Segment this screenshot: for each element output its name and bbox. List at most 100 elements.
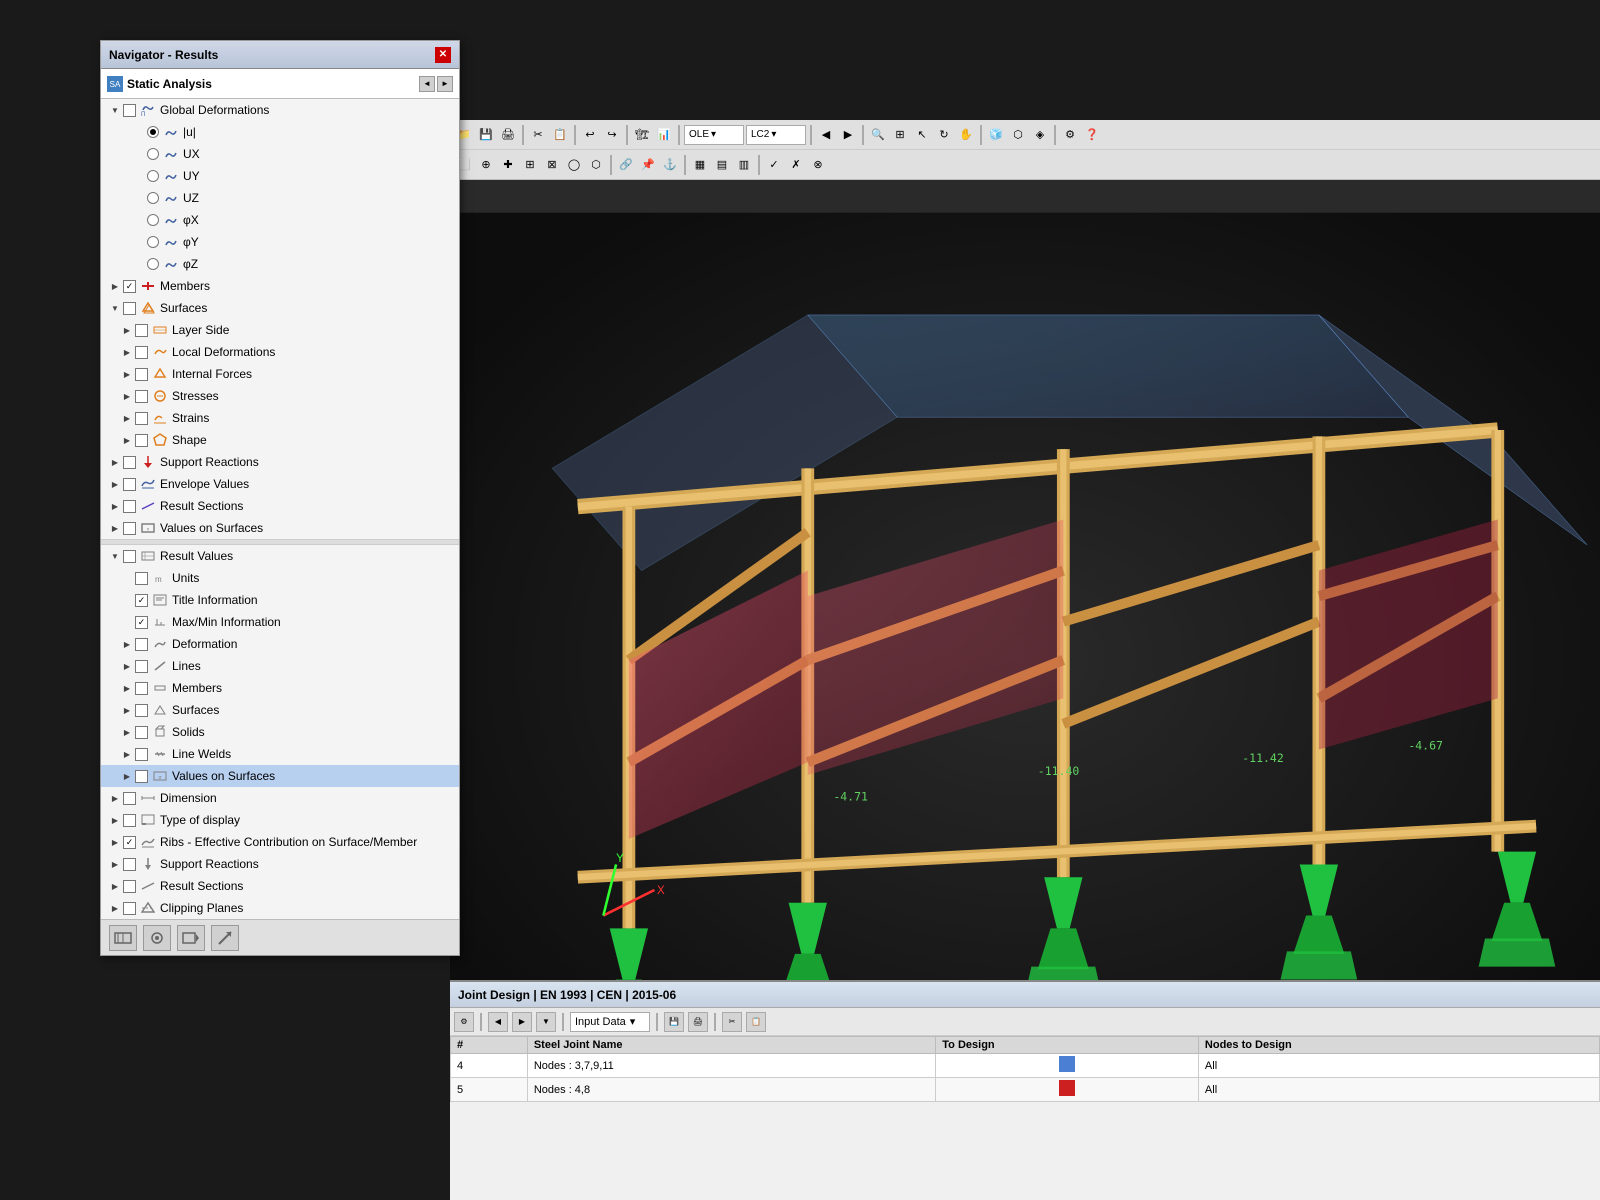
tree-item-u[interactable]: |u| <box>101 121 459 143</box>
navigator-selector[interactable]: SA Static Analysis ◄ ► <box>101 69 459 99</box>
check-members2[interactable] <box>135 682 148 695</box>
radio-uy[interactable] <box>147 170 159 182</box>
render-icon[interactable]: ◈ <box>1030 125 1050 145</box>
check-title-information[interactable] <box>135 594 148 607</box>
print-icon[interactable]: 🖨 <box>498 125 518 145</box>
tree-item-maxmin-information[interactable]: Max/Min Information <box>101 611 459 633</box>
expand-values-on-surfaces2[interactable] <box>121 770 133 782</box>
tree-item-title-information[interactable]: Title Information <box>101 589 459 611</box>
expand-type-of-display[interactable] <box>109 814 121 826</box>
check-internal-forces[interactable] <box>135 368 148 381</box>
check-values-on-surfaces[interactable] <box>123 522 136 535</box>
radio-phix[interactable] <box>147 214 159 226</box>
expand-surfaces[interactable] <box>109 302 121 314</box>
selector-prev-button[interactable]: ◄ <box>419 76 435 92</box>
bp-mode-dropdown[interactable]: Input Data▾ <box>570 1012 650 1032</box>
snap2-icon[interactable]: 📌 <box>638 155 658 175</box>
expand-ribs[interactable] <box>109 836 121 848</box>
3d-icon[interactable]: 🧊 <box>986 125 1006 145</box>
bp-print-button[interactable]: 🖨 <box>688 1012 708 1032</box>
check-local-deformations[interactable] <box>135 346 148 359</box>
bp-next-button[interactable]: ▶ <box>512 1012 532 1032</box>
tree-item-ux[interactable]: UX <box>101 143 459 165</box>
radio-u[interactable] <box>147 126 159 138</box>
zoom-icon[interactable]: 🔍 <box>868 125 888 145</box>
tree-item-values-on-surfaces[interactable]: × Values on Surfaces <box>101 517 459 539</box>
results-icon[interactable]: 📊 <box>654 125 674 145</box>
cut-icon[interactable]: ✂ <box>528 125 548 145</box>
wireframe-icon[interactable]: ⬡ <box>1008 125 1028 145</box>
redo-icon[interactable]: ↪ <box>602 125 622 145</box>
check-surfaces[interactable] <box>123 302 136 315</box>
nav-arrow-button[interactable] <box>211 925 239 951</box>
ole-dropdown[interactable]: OLE▾ <box>684 125 744 145</box>
check-result-values[interactable] <box>123 550 136 563</box>
tool3-icon[interactable]: ✚ <box>498 155 518 175</box>
check1-icon[interactable]: ✓ <box>764 155 784 175</box>
tree-item-uz[interactable]: UZ <box>101 187 459 209</box>
tree-item-layer-side[interactable]: Layer Side <box>101 319 459 341</box>
bp-settings-button[interactable]: ⚙ <box>454 1012 474 1032</box>
tree-item-support-reactions[interactable]: Support Reactions <box>101 451 459 473</box>
expand-line-welds[interactable] <box>121 748 133 760</box>
radio-ux[interactable] <box>147 148 159 160</box>
check-shape[interactable] <box>135 434 148 447</box>
check-lines[interactable] <box>135 660 148 673</box>
tree-item-result-sections[interactable]: Result Sections <box>101 495 459 517</box>
check-line-welds[interactable] <box>135 748 148 761</box>
check-support-reactions2[interactable] <box>123 858 136 871</box>
check-result-sections2[interactable] <box>123 880 136 893</box>
tree-item-deformation[interactable]: Deformation <box>101 633 459 655</box>
pan-icon[interactable]: ✋ <box>956 125 976 145</box>
check-global-deformations[interactable] <box>123 104 136 117</box>
tree-item-line-welds[interactable]: Line Welds <box>101 743 459 765</box>
undo-icon[interactable]: ↩ <box>580 125 600 145</box>
expand-shape[interactable] <box>121 434 133 446</box>
tree-item-solids[interactable]: Solids <box>101 721 459 743</box>
snap1-icon[interactable]: 🔗 <box>616 155 636 175</box>
nav-view-button[interactable] <box>143 925 171 951</box>
tree-item-lines[interactable]: Lines <box>101 655 459 677</box>
check-members[interactable] <box>123 280 136 293</box>
check-support-reactions[interactable] <box>123 456 136 469</box>
lc-dropdown[interactable]: LC2▾ <box>746 125 806 145</box>
check-dimension[interactable] <box>123 792 136 805</box>
select-icon[interactable]: ↖ <box>912 125 932 145</box>
expand-members[interactable] <box>109 280 121 292</box>
tree-item-strains[interactable]: Strains <box>101 407 459 429</box>
check-envelope-values[interactable] <box>123 478 136 491</box>
tree-item-internal-forces[interactable]: Internal Forces <box>101 363 459 385</box>
expand-lines[interactable] <box>121 660 133 672</box>
tree-item-units[interactable]: m Units <box>101 567 459 589</box>
check-type-of-display[interactable] <box>123 814 136 827</box>
expand-strains[interactable] <box>121 412 133 424</box>
tool5-icon[interactable]: ⊠ <box>542 155 562 175</box>
nav-video-button[interactable] <box>177 925 205 951</box>
tree-item-uy[interactable]: UY <box>101 165 459 187</box>
tree-item-result-values[interactable]: Result Values <box>101 545 459 567</box>
tree-item-phix[interactable]: φX <box>101 209 459 231</box>
layer3-icon[interactable]: ▥ <box>734 155 754 175</box>
check-deformation[interactable] <box>135 638 148 651</box>
tree-item-clipping-planes[interactable]: Clipping Planes <box>101 897 459 919</box>
bp-clip-button[interactable]: ✂ <box>722 1012 742 1032</box>
tree-item-members2[interactable]: Members <box>101 677 459 699</box>
check-surfaces2[interactable] <box>135 704 148 717</box>
expand-support-reactions2[interactable] <box>109 858 121 870</box>
nav-next-icon[interactable]: ▶ <box>838 125 858 145</box>
bp-prev-button[interactable]: ◀ <box>488 1012 508 1032</box>
bp-down-button[interactable]: ▼ <box>536 1012 556 1032</box>
tree-item-support-reactions2[interactable]: Support Reactions <box>101 853 459 875</box>
check-result-sections[interactable] <box>123 500 136 513</box>
tool4-icon[interactable]: ⊞ <box>520 155 540 175</box>
check-clipping-planes[interactable] <box>123 902 136 915</box>
expand-local-deformations[interactable] <box>121 346 133 358</box>
tree-item-dimension[interactable]: Dimension <box>101 787 459 809</box>
tool6-icon[interactable]: ◯ <box>564 155 584 175</box>
tool7-icon[interactable]: ⬡ <box>586 155 606 175</box>
tree-item-phiz[interactable]: φZ <box>101 253 459 275</box>
radio-phiz[interactable] <box>147 258 159 270</box>
tree-item-phiy[interactable]: φY <box>101 231 459 253</box>
expand-layer-side[interactable] <box>121 324 133 336</box>
layer2-icon[interactable]: ▤ <box>712 155 732 175</box>
